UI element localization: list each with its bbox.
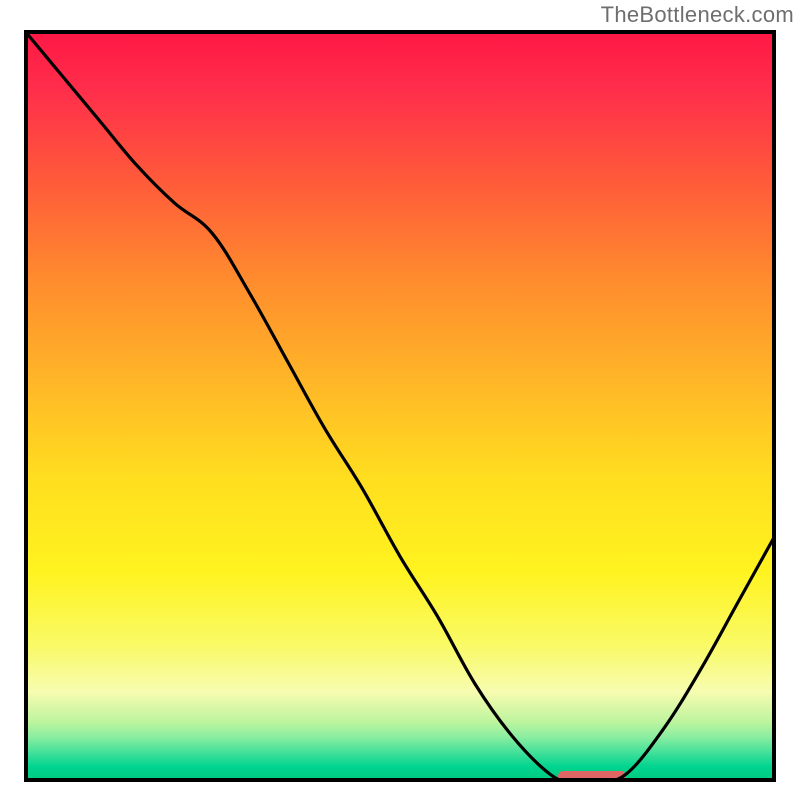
optimum-marker	[558, 771, 626, 781]
chart-frame	[24, 30, 776, 782]
watermark-text: TheBottleneck.com	[601, 2, 794, 28]
chart-gradient-background	[24, 30, 776, 782]
chart-container: TheBottleneck.com	[0, 0, 800, 800]
